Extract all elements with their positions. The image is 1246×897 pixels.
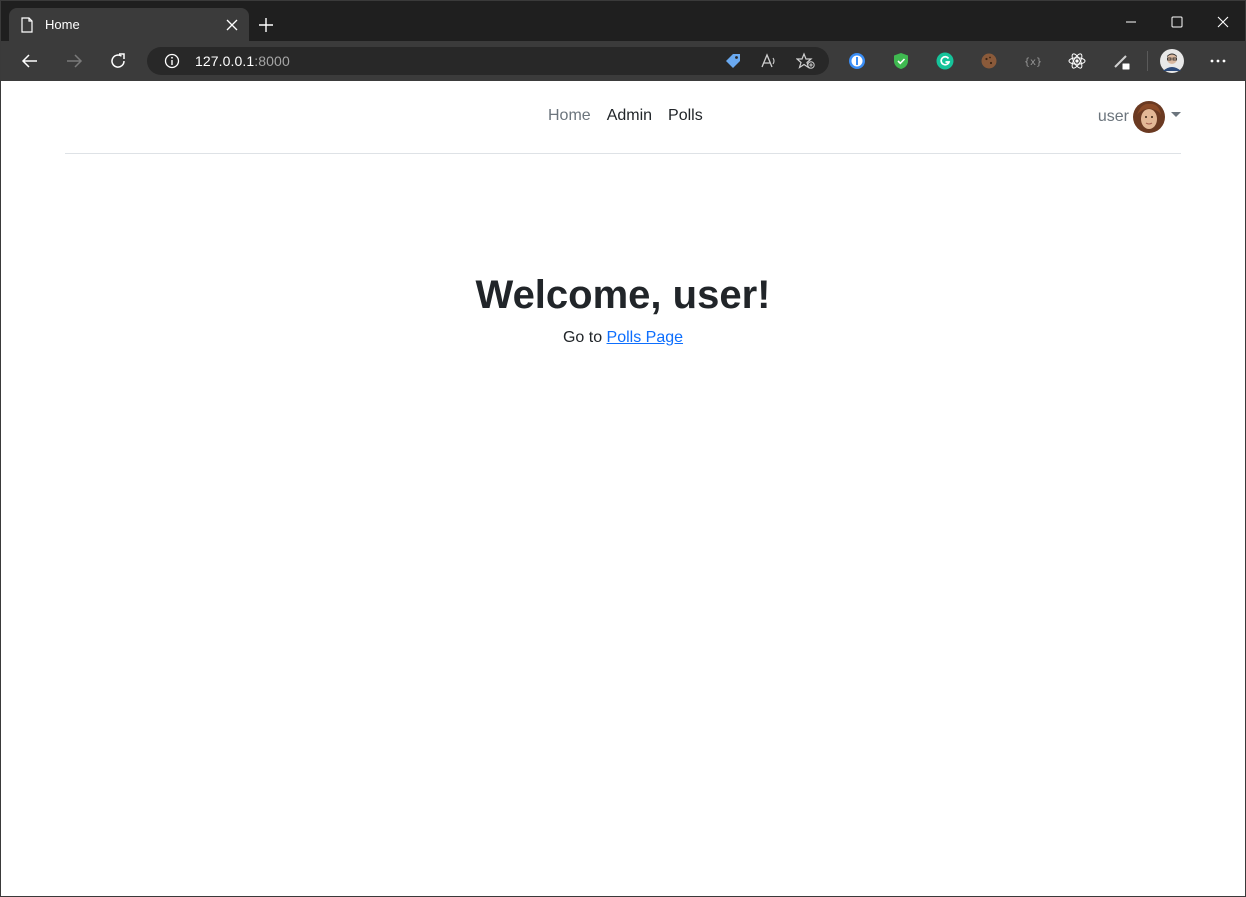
favorites-icon[interactable] bbox=[796, 52, 816, 70]
page-icon bbox=[21, 17, 33, 33]
address-bar[interactable]: 127.0.0.1:8000 bbox=[147, 47, 829, 75]
chevron-down-icon bbox=[1171, 111, 1181, 117]
tab-title: Home bbox=[45, 17, 80, 32]
maximize-icon[interactable] bbox=[1162, 11, 1192, 33]
cookie-icon[interactable] bbox=[979, 51, 999, 71]
tab-home[interactable]: Home bbox=[9, 8, 249, 41]
url-text: 127.0.0.1:8000 bbox=[195, 53, 290, 69]
welcome-section: Welcome, user! Go to Polls Page bbox=[1, 271, 1245, 347]
page-title: Welcome, user! bbox=[475, 273, 771, 317]
extension-icon[interactable]: {x} bbox=[1023, 51, 1043, 71]
browser-toolbar: 127.0.0.1:8000 {x} bbox=[1, 41, 1245, 81]
pen-icon[interactable] bbox=[1111, 51, 1131, 71]
react-icon[interactable] bbox=[1067, 51, 1087, 71]
back-icon[interactable] bbox=[19, 50, 41, 72]
forward-icon[interactable] bbox=[63, 50, 85, 72]
nav-link-admin[interactable]: Admin bbox=[599, 107, 660, 125]
read-aloud-icon[interactable] bbox=[760, 52, 778, 70]
toolbar-divider bbox=[1147, 51, 1148, 71]
site-navbar: Home Admin Polls user bbox=[65, 81, 1181, 154]
refresh-icon[interactable] bbox=[107, 50, 129, 72]
nav-link-home[interactable]: Home bbox=[540, 107, 599, 125]
url-host: 127.0.0.1 bbox=[195, 53, 255, 69]
nav-link-polls[interactable]: Polls bbox=[660, 107, 711, 125]
grammarly-icon[interactable] bbox=[935, 51, 955, 71]
url-port: :8000 bbox=[254, 53, 290, 69]
password-manager-icon[interactable] bbox=[847, 51, 867, 71]
page-content: Home Admin Polls user Welcome, user! Go … bbox=[1, 81, 1245, 896]
title-bar: Home bbox=[1, 1, 1245, 41]
cta-text: Go to bbox=[562, 329, 607, 346]
new-tab-icon[interactable] bbox=[256, 15, 276, 35]
profile-icon[interactable] bbox=[1160, 49, 1184, 73]
avatar bbox=[1133, 101, 1165, 133]
tag-icon[interactable] bbox=[724, 52, 742, 70]
minimize-icon[interactable] bbox=[1116, 11, 1146, 33]
user-name: user bbox=[1097, 108, 1129, 125]
close-icon[interactable] bbox=[225, 18, 239, 32]
shield-icon[interactable] bbox=[891, 51, 911, 71]
svg-text:{x}: {x} bbox=[1024, 57, 1042, 68]
user-menu-dropdown[interactable]: user bbox=[1098, 101, 1181, 133]
info-icon[interactable] bbox=[164, 53, 180, 69]
polls-cta: Go to Polls Page bbox=[1, 329, 1245, 347]
browser-window: Home 127.0.0.1:8000 {x} Home Admin Polls… bbox=[0, 0, 1246, 897]
more-icon[interactable] bbox=[1208, 51, 1228, 71]
close-window-icon[interactable] bbox=[1208, 11, 1238, 33]
nav-links: Home Admin Polls bbox=[540, 107, 711, 125]
polls-page-link[interactable]: Polls Page bbox=[607, 329, 684, 346]
